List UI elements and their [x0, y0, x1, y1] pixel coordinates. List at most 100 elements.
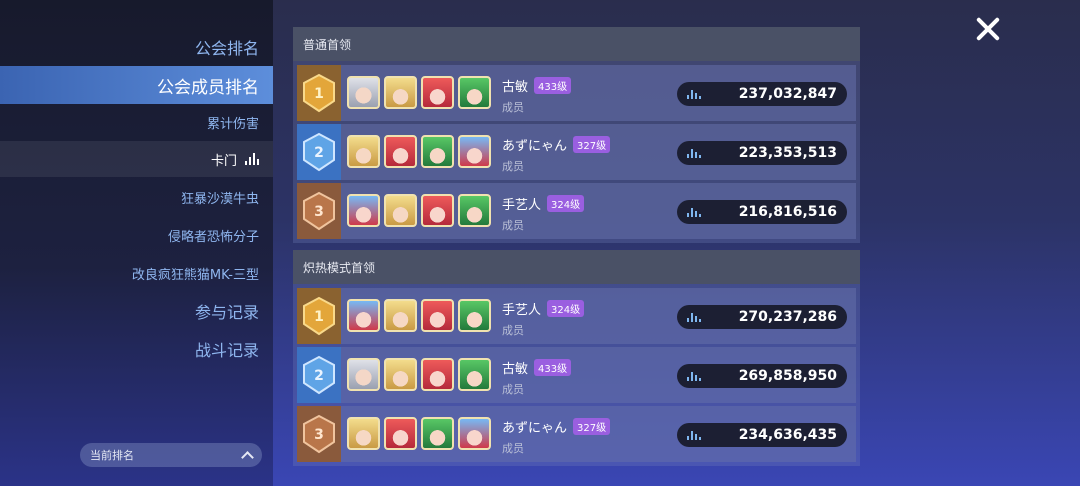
nav-label: 公会成员排名 [157, 77, 259, 98]
character-avatar [458, 194, 491, 227]
nav-label: 累计伤害 [206, 116, 259, 132]
nav-label: 卡门 [210, 153, 237, 169]
nav-boss-carmen[interactable]: 卡门 [0, 141, 273, 177]
rank-medal: 2 [297, 347, 341, 403]
player-role: 成员 [502, 219, 524, 232]
damage-score: 270,237,286 [738, 309, 837, 325]
section-title: 普通首领 [293, 27, 860, 61]
player-role: 成员 [502, 442, 524, 455]
nav-cumulative-damage[interactable]: 累计伤害 [0, 104, 273, 140]
character-avatar [347, 417, 380, 450]
current-rank-label: 当前排名 [90, 449, 134, 462]
ranking-row[interactable]: 2 あずにゃん 327级 成员 223,353,513 [297, 124, 856, 180]
nav-boss-invader[interactable]: 侵略者恐怖分子 [0, 217, 273, 253]
level-badge: 433级 [534, 77, 572, 94]
nav-battle-record[interactable]: 战斗记录 [0, 331, 273, 367]
character-avatar [384, 135, 417, 168]
score-pill: 270,237,286 [677, 305, 847, 329]
score-pill: 216,816,516 [677, 200, 847, 224]
player-role: 成员 [502, 160, 524, 173]
player-name-line: 古敏 433级 [502, 358, 572, 377]
character-avatar [347, 299, 380, 332]
nav-participation-record[interactable]: 参与记录 [0, 293, 273, 329]
silver-medal-icon: 2 [303, 132, 335, 172]
player-name-line: あずにゃん 327级 [502, 417, 611, 436]
current-rank-toggle[interactable]: 当前排名 [80, 443, 262, 467]
score-pill: 223,353,513 [677, 141, 847, 165]
nav-label: 公会排名 [194, 39, 259, 58]
nav-label: 参与记录 [194, 303, 259, 322]
ranking-row[interactable]: 1 古敏 433级 成员 237,032,847 [297, 65, 856, 121]
character-avatar [384, 194, 417, 227]
nav-label: 狂暴沙漠牛虫 [180, 191, 259, 207]
score-bars-icon [687, 312, 701, 322]
player-role: 成员 [502, 383, 524, 396]
gold-medal-icon: 1 [303, 73, 335, 113]
nav-guild-member-ranking[interactable]: 公会成员排名 [0, 66, 273, 104]
character-avatar [458, 358, 491, 391]
damage-score: 223,353,513 [738, 145, 837, 161]
character-avatar [384, 299, 417, 332]
score-bars-icon [687, 371, 701, 381]
nav-guild-ranking[interactable]: 公会排名 [0, 29, 273, 65]
ranking-row[interactable]: 3 手艺人 324级 成员 216,816,516 [297, 183, 856, 239]
score-pill: 234,636,435 [677, 423, 847, 447]
nav-label: 战斗记录 [194, 341, 259, 360]
character-avatar [458, 135, 491, 168]
nav-label: 改良疯狂熊猫MK-三型 [131, 267, 259, 283]
level-badge: 327级 [573, 136, 611, 153]
character-avatar [421, 299, 454, 332]
character-avatar [347, 135, 380, 168]
normal-boss-section: 普通首领 1 古敏 433级 成员 237,032,847 2 あずにゃん 32… [293, 27, 860, 243]
close-icon[interactable] [974, 15, 1002, 43]
ranking-row[interactable]: 3 あずにゃん 327级 成员 234,636,435 [297, 406, 856, 462]
nav-boss-panda[interactable]: 改良疯狂熊猫MK-三型 [0, 255, 273, 291]
character-avatar [458, 417, 491, 450]
chevron-up-icon [241, 450, 254, 464]
rank-medal: 2 [297, 124, 341, 180]
character-avatar [421, 135, 454, 168]
character-avatar [347, 76, 380, 109]
rank-medal: 3 [297, 406, 341, 462]
character-avatar [347, 194, 380, 227]
bronze-medal-icon: 3 [303, 414, 335, 454]
damage-score: 216,816,516 [738, 204, 837, 220]
character-avatar [384, 417, 417, 450]
player-name-line: あずにゃん 327级 [502, 135, 611, 154]
level-badge: 327级 [573, 418, 611, 435]
character-avatar [347, 358, 380, 391]
ranking-row[interactable]: 1 手艺人 324级 成员 270,237,286 [297, 288, 856, 344]
player-name: あずにゃん [502, 139, 568, 154]
svg-text:3: 3 [314, 204, 324, 220]
character-avatar [458, 299, 491, 332]
sidebar: 公会排名 公会成员排名 累计伤害 卡门 狂暴沙漠牛虫 侵略者恐怖分子 改良疯狂熊… [0, 0, 273, 486]
damage-score: 234,636,435 [738, 427, 837, 443]
character-avatar [384, 76, 417, 109]
section-title: 炽热模式首领 [293, 250, 860, 284]
player-role: 成员 [502, 101, 524, 114]
character-avatar [421, 194, 454, 227]
score-bars-icon [687, 207, 701, 217]
score-bars-icon [687, 148, 701, 158]
character-avatar [384, 358, 417, 391]
player-name: 手艺人 [502, 303, 542, 318]
score-pill: 269,858,950 [677, 364, 847, 388]
player-name-line: 古敏 433级 [502, 76, 572, 95]
svg-text:3: 3 [314, 427, 324, 443]
svg-text:1: 1 [314, 309, 324, 325]
level-badge: 433级 [534, 359, 572, 376]
hot-mode-boss-section: 炽热模式首领 1 手艺人 324级 成员 270,237,286 2 古敏 43… [293, 250, 860, 466]
svg-text:2: 2 [314, 145, 324, 161]
player-name: 手艺人 [502, 198, 542, 213]
svg-text:1: 1 [314, 86, 324, 102]
character-avatar [421, 76, 454, 109]
level-badge: 324级 [547, 300, 585, 317]
nav-boss-sandworm[interactable]: 狂暴沙漠牛虫 [0, 179, 273, 215]
damage-score: 269,858,950 [738, 368, 837, 384]
ranking-row[interactable]: 2 古敏 433级 成员 269,858,950 [297, 347, 856, 403]
character-avatar [421, 358, 454, 391]
player-name: あずにゃん [502, 421, 568, 436]
damage-score: 237,032,847 [738, 86, 837, 102]
silver-medal-icon: 2 [303, 355, 335, 395]
player-name-line: 手艺人 324级 [502, 299, 585, 318]
